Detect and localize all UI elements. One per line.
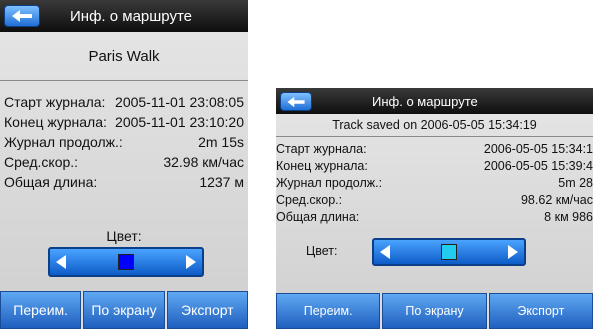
export-button[interactable]: Экспорт [166, 291, 248, 329]
color-swatch [118, 254, 134, 270]
row-value: 8 км 986 [544, 210, 593, 224]
color-selector[interactable] [48, 247, 204, 277]
saved-timestamp: Track saved on 2006-05-05 15:34:19 [332, 118, 537, 132]
row-label: Сред.скор.: [4, 154, 79, 170]
row-value: 2005-11-01 23:08:05 [115, 94, 244, 110]
row-value: 2m 15s [198, 134, 244, 150]
back-arrow-icon [287, 96, 305, 107]
bottom-toolbar: Переим. По экрану Экспорт [0, 291, 248, 329]
row-value: 2006-05-05 15:34:1 [483, 142, 593, 156]
divider [276, 136, 593, 137]
page-title: Инф. о маршруте [372, 93, 478, 109]
bottom-toolbar: Переим. По экрану Экспорт [276, 293, 593, 329]
color-label: Цвет: [306, 244, 338, 258]
row-label: Журнал продолж.: [4, 134, 123, 150]
row-value: 32.98 км/час [163, 154, 244, 170]
row-label: Сред.скор.: [276, 193, 343, 207]
arrow-right-icon[interactable] [186, 255, 196, 269]
row-value: 1237 м [199, 174, 244, 190]
row-label: Конец журнала: [4, 114, 107, 130]
divider [0, 80, 248, 81]
row-value: 2006-05-05 15:39:4 [483, 159, 593, 173]
arrow-left-icon[interactable] [56, 255, 66, 269]
row-label: Общая длина: [4, 174, 98, 190]
row-label: Журнал продолж.: [276, 176, 383, 190]
arrow-left-icon[interactable] [380, 245, 390, 259]
back-button[interactable] [280, 92, 312, 111]
title-bar: Инф. о маршруте [276, 88, 593, 114]
page-title: Инф. о маршруте [70, 7, 192, 25]
color-selector[interactable] [372, 238, 526, 266]
route-name: Paris Walk [88, 48, 160, 65]
title-bar: Инф. о маршруте [0, 0, 248, 32]
back-button[interactable] [4, 5, 40, 27]
fit-to-screen-button[interactable]: По экрану [83, 291, 165, 329]
fit-to-screen-button[interactable]: По экрану [382, 293, 487, 329]
rename-button[interactable]: Переим. [0, 291, 82, 329]
color-label: Цвет: [106, 228, 142, 244]
route-info-screen-2: Инф. о маршруте Track saved on 2006-05-0… [276, 88, 593, 329]
row-label: Общая длина: [276, 210, 360, 224]
arrow-right-icon[interactable] [508, 245, 518, 259]
row-value: 2005-11-01 23:10:20 [115, 114, 244, 130]
row-label: Старт журнала: [276, 142, 367, 156]
row-value: 98.62 км/час [520, 193, 593, 207]
export-button[interactable]: Экспорт [488, 293, 593, 329]
row-label: Старт журнала: [4, 94, 106, 110]
color-swatch [441, 244, 457, 260]
rename-button[interactable]: Переим. [276, 293, 381, 329]
back-arrow-icon [12, 10, 32, 22]
row-label: Конец журнала: [276, 159, 368, 173]
row-value: 5m 28 [558, 176, 593, 190]
route-info-screen-1: Инф. о маршруте Paris Walk Старт журнала… [0, 0, 248, 329]
